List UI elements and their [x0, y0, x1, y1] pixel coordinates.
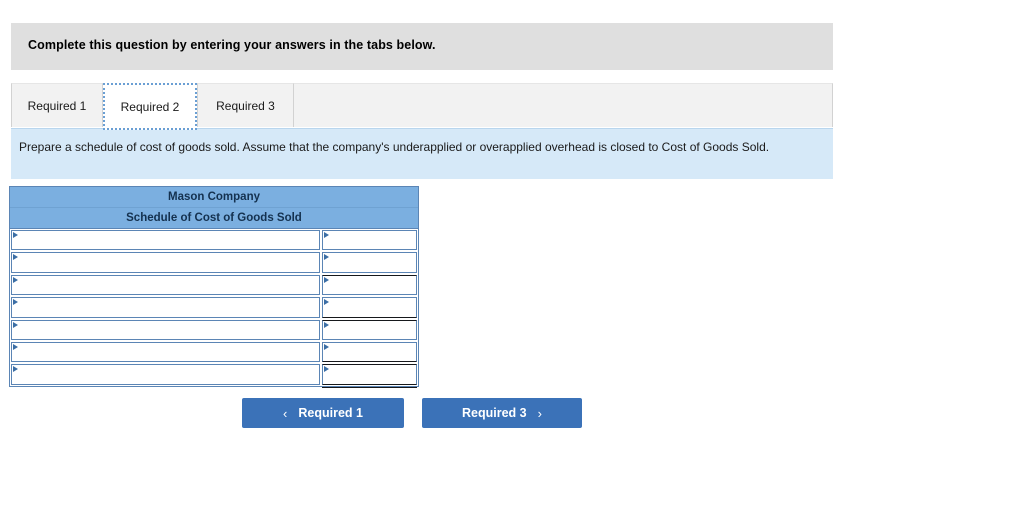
cost-of-goods-sold-table: Mason Company Schedule of Cost of Goods …: [9, 186, 419, 388]
grand-total-double-rule: [322, 386, 417, 389]
tab-strip-filler: [294, 83, 833, 127]
schedule-label-input[interactable]: [20, 299, 316, 316]
tab-required-1[interactable]: Required 1: [11, 83, 103, 127]
table-company-header: Mason Company: [10, 187, 418, 208]
schedule-value-input[interactable]: [331, 232, 413, 249]
previous-required-button[interactable]: ‹ Required 1: [242, 398, 404, 428]
schedule-value-cell: [321, 363, 418, 388]
table-row: [10, 273, 418, 297]
dropdown-caret-icon: [13, 366, 18, 373]
schedule-label-cell: [10, 296, 321, 319]
schedule-value-input[interactable]: [331, 276, 413, 294]
schedule-label-box: [11, 297, 320, 318]
schedule-label-cell: [10, 318, 321, 341]
schedule-value-box: [322, 341, 417, 363]
tab-required-1-label: Required 1: [27, 98, 87, 113]
instruction-text: Prepare a schedule of cost of goods sold…: [19, 140, 770, 154]
schedule-value-box: [322, 252, 417, 273]
schedule-value-cell: [321, 340, 418, 364]
schedule-label-input[interactable]: [20, 276, 316, 294]
schedule-label-input[interactable]: [20, 366, 316, 383]
dropdown-caret-icon: [324, 343, 329, 350]
tab-required-3-label: Required 3: [216, 98, 275, 113]
schedule-label-cell: [10, 340, 321, 364]
schedule-label-box: [11, 252, 320, 273]
schedule-value-box: [322, 297, 417, 318]
schedule-label-box: [11, 341, 320, 363]
schedule-value-cell: [321, 273, 418, 297]
dropdown-caret-icon: [13, 343, 18, 350]
schedule-value-input[interactable]: [331, 254, 413, 271]
dropdown-caret-icon: [13, 321, 18, 328]
tab-required-2-label: Required 2: [120, 99, 180, 114]
table-company-name: Mason Company: [167, 191, 260, 203]
schedule-label-input[interactable]: [20, 321, 316, 338]
schedule-label-box: [11, 230, 320, 251]
schedule-value-box: [322, 274, 417, 296]
table-row: [10, 318, 418, 341]
tab-required-2[interactable]: Required 2: [103, 83, 197, 130]
dropdown-caret-icon: [324, 276, 329, 283]
dropdown-caret-icon: [13, 254, 18, 261]
table-row: [10, 296, 418, 319]
table-row: [10, 229, 418, 252]
schedule-value-input[interactable]: [331, 343, 413, 361]
table-row: [10, 251, 418, 274]
schedule-value-box: [322, 364, 417, 385]
chevron-right-icon: ›: [537, 405, 542, 421]
question-banner-text: Complete this question by entering your …: [28, 38, 436, 52]
dropdown-caret-icon: [13, 232, 18, 238]
schedule-value-input[interactable]: [331, 321, 413, 338]
dropdown-caret-icon: [324, 299, 329, 306]
schedule-label-cell: [10, 251, 321, 274]
schedule-label-cell: [10, 273, 321, 297]
next-required-button[interactable]: Required 3 ›: [422, 398, 582, 428]
dropdown-caret-icon: [13, 276, 18, 283]
dropdown-caret-icon: [324, 254, 329, 261]
schedule-value-input[interactable]: [331, 366, 413, 383]
schedule-value-box: [322, 230, 417, 251]
schedule-label-box: [11, 364, 320, 385]
table-title-header: Schedule of Cost of Goods Sold: [10, 208, 418, 229]
dropdown-caret-icon: [324, 366, 329, 373]
schedule-value-cell: [321, 296, 418, 319]
table-row: [10, 340, 418, 364]
schedule-value-cell: [321, 251, 418, 274]
question-banner: Complete this question by entering your …: [11, 23, 833, 70]
tab-strip: Required 1 Required 2 Required 3: [11, 83, 833, 130]
schedule-label-box: [11, 274, 320, 296]
dropdown-caret-icon: [13, 299, 18, 306]
dropdown-caret-icon: [324, 321, 329, 328]
table-row: [10, 363, 418, 388]
schedule-value-box: [322, 319, 417, 340]
tab-required-3[interactable]: Required 3: [197, 83, 294, 127]
chevron-left-icon: ‹: [283, 405, 288, 421]
schedule-label-input[interactable]: [20, 343, 316, 361]
schedule-label-input[interactable]: [20, 254, 316, 271]
table-title: Schedule of Cost of Goods Sold: [126, 212, 302, 224]
schedule-label-input[interactable]: [20, 232, 316, 249]
schedule-label-box: [11, 319, 320, 340]
next-required-button-label: Required 3: [462, 406, 527, 420]
schedule-value-cell: [321, 229, 418, 252]
table-body: [10, 229, 418, 388]
schedule-value-cell: [321, 318, 418, 341]
schedule-value-input[interactable]: [331, 299, 413, 316]
schedule-label-cell: [10, 229, 321, 252]
schedule-label-cell: [10, 363, 321, 386]
previous-required-button-label: Required 1: [298, 406, 363, 420]
instruction-panel: Prepare a schedule of cost of goods sold…: [11, 128, 833, 179]
dropdown-caret-icon: [324, 232, 329, 238]
